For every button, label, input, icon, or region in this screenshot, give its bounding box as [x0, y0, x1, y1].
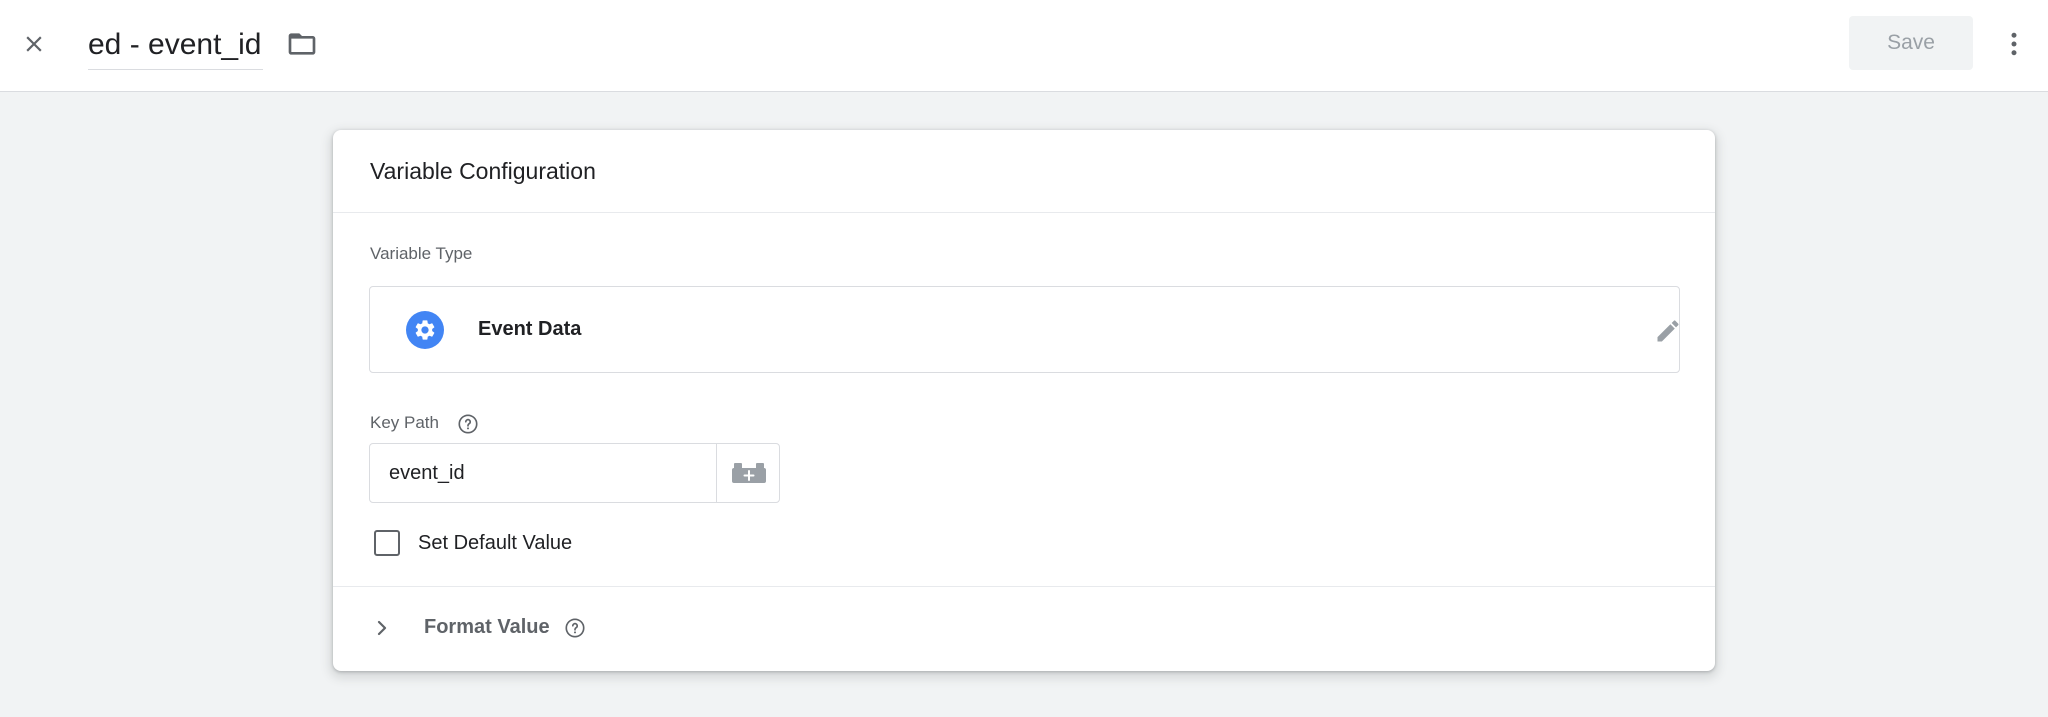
section-divider [333, 586, 1715, 587]
variable-type-selector[interactable]: Event Data [369, 286, 1680, 373]
lego-brick-plus-icon [731, 463, 766, 483]
variable-configuration-card: Variable Configuration Variable Type Eve… [333, 130, 1715, 671]
save-button[interactable]: Save [1849, 16, 1973, 70]
format-value-label: Format Value [424, 616, 550, 638]
key-path-label: Key Path [370, 413, 439, 432]
help-circle-icon[interactable] [457, 413, 479, 435]
top-bar: ed - event_id Save [0, 0, 2048, 92]
card-header: Variable Configuration [333, 130, 1715, 213]
variable-picker-button[interactable] [716, 444, 780, 502]
folder-button[interactable] [284, 26, 320, 62]
card-title: Variable Configuration [370, 158, 596, 184]
key-path-input[interactable] [370, 444, 715, 502]
chevron-right-icon [369, 614, 395, 642]
key-path-field [369, 443, 780, 503]
set-default-value-label[interactable]: Set Default Value [418, 532, 572, 555]
more-options-button[interactable] [1996, 24, 2032, 64]
variable-type-label: Variable Type [370, 244, 473, 263]
close-button[interactable] [14, 24, 54, 64]
more-vert-icon [2011, 32, 2017, 56]
variable-name-title[interactable]: ed - event_id [88, 24, 264, 70]
gear-icon [406, 311, 444, 349]
close-icon [26, 36, 42, 52]
variable-type-name: Event Data [478, 318, 582, 340]
pencil-icon[interactable] [1652, 315, 1684, 347]
help-circle-icon[interactable] [564, 617, 586, 639]
format-value-expander[interactable]: Format Value [369, 600, 669, 656]
set-default-value-checkbox[interactable] [374, 530, 400, 556]
folder-icon [288, 33, 316, 55]
